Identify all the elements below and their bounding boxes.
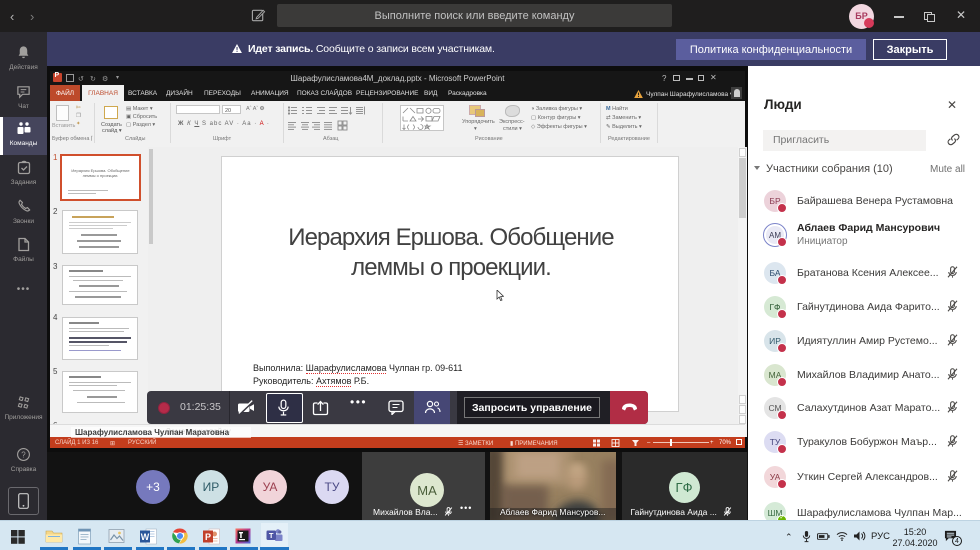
- svg-text:?: ?: [21, 450, 26, 459]
- svg-text:W: W: [141, 532, 150, 542]
- svg-text:P: P: [205, 532, 211, 542]
- svg-text:T: T: [269, 531, 274, 540]
